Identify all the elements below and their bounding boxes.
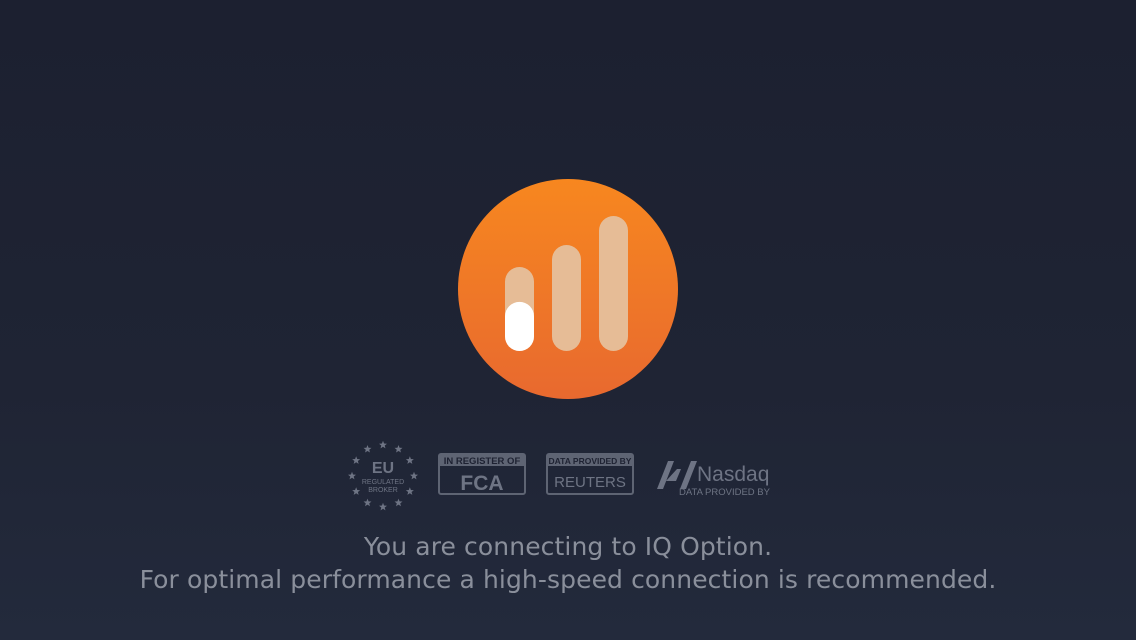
logo-bar-medium	[552, 245, 581, 351]
fca-badge-graphic: IN REGISTER OF FCA	[438, 453, 526, 495]
fca-badge-top-text: IN REGISTER OF	[444, 456, 521, 467]
logo-bar-tall	[599, 216, 628, 351]
connecting-text: You are connecting to IQ Option.	[363, 532, 773, 561]
eu-badge-line1: REGULATED	[362, 479, 404, 486]
eu-star-icon	[379, 440, 387, 449]
eu-star-icon	[410, 471, 418, 480]
eu-badge-title: EU	[372, 460, 394, 477]
eu-star-icon	[405, 456, 414, 464]
reuters-data-badge: DATA PROVIDED BY REUTERS	[546, 453, 636, 497]
reuters-badge-graphic: DATA PROVIDED BY REUTERS	[546, 453, 634, 495]
loading-progress-fill	[505, 301, 534, 351]
recommendation-text: For optimal performance a high-speed con…	[139, 565, 997, 594]
eu-regulated-broker-badge: EU REGULATED BROKER	[345, 438, 421, 514]
connection-message: You are connecting to IQ Option. For opt…	[0, 530, 1136, 596]
eu-star-icon	[352, 487, 361, 495]
eu-star-icon	[363, 498, 372, 507]
eu-star-icon	[394, 444, 403, 453]
eu-star-icon	[363, 444, 372, 453]
splash-screen: EU REGULATED BROKER IN REGISTER OF FCA D…	[0, 0, 1136, 640]
eu-star-icon	[352, 456, 361, 464]
iq-option-logo-icon	[458, 179, 678, 399]
nasdaq-n-icon	[657, 461, 697, 489]
eu-star-icon	[394, 498, 403, 507]
eu-star-icon	[348, 471, 356, 480]
eu-stars-icon: EU REGULATED BROKER	[348, 440, 418, 511]
reuters-badge-top-text: DATA PROVIDED BY	[549, 456, 632, 466]
nasdaq-sub-text: DATA PROVIDED BY	[679, 487, 771, 498]
logo-graphic	[458, 179, 678, 399]
eu-star-icon	[405, 487, 414, 495]
nasdaq-badge-graphic: Nasdaq DATA PROVIDED BY	[657, 461, 771, 498]
eu-star-icon	[379, 502, 387, 511]
nasdaq-name-text: Nasdaq	[697, 463, 769, 486]
fca-badge-main-text: FCA	[460, 472, 503, 495]
eu-badge-line2: BROKER	[368, 487, 398, 494]
nasdaq-data-badge: Nasdaq DATA PROVIDED BY	[654, 453, 778, 499]
reuters-badge-main-text: REUTERS	[554, 474, 626, 491]
fca-register-badge: IN REGISTER OF FCA	[438, 453, 528, 497]
trust-badges: EU REGULATED BROKER IN REGISTER OF FCA D…	[0, 436, 1136, 516]
